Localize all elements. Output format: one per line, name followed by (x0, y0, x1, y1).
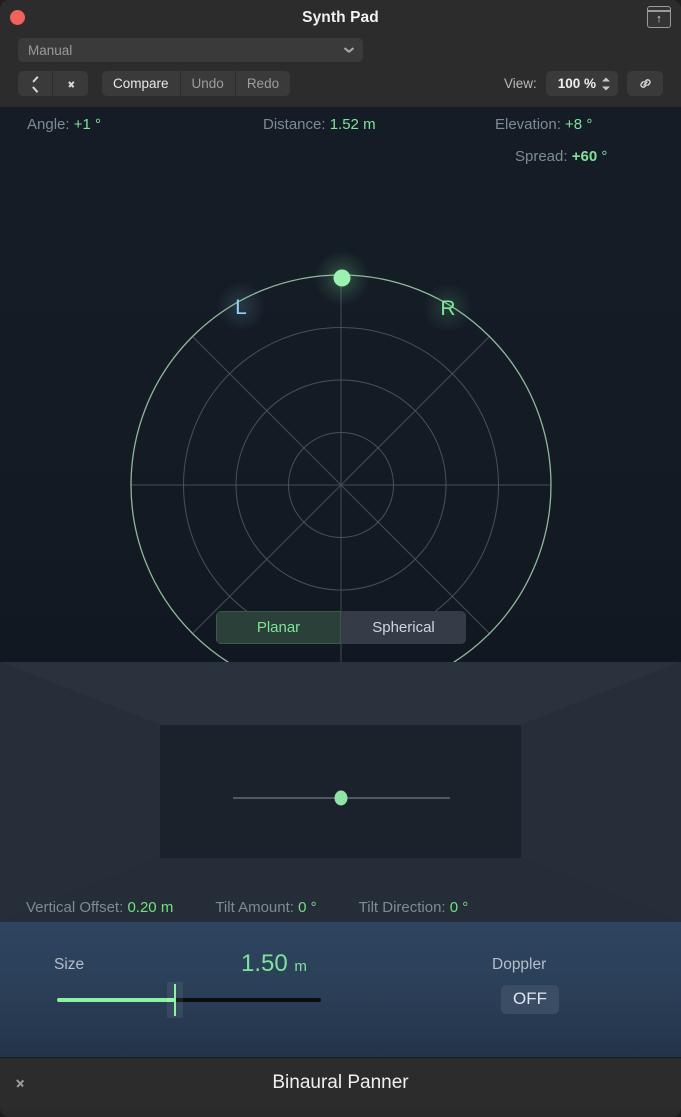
vertical-offset-label: Vertical Offset: (26, 899, 124, 916)
size-slider-fill (57, 998, 175, 1002)
link-button[interactable] (627, 71, 663, 96)
size-doppler-section: Size 1.50 m Doppler OFF (0, 922, 681, 1057)
edit-button-group: Compare Undo Redo (102, 71, 291, 96)
polar-grid[interactable]: L R (0, 107, 681, 662)
detach-window-icon[interactable]: ↑ (647, 6, 671, 28)
toolbar-buttons: Compare Undo Redo View: 100 % (18, 71, 663, 96)
tilt-direction-unit: ° (462, 899, 469, 916)
view-label: View: (503, 76, 537, 91)
speaker-right-label: R (440, 297, 455, 320)
vertical-offset-readout[interactable]: Vertical Offset: 0.20 m (26, 899, 173, 916)
vertical-offset-unit: m (160, 899, 174, 916)
size-slider[interactable] (57, 982, 321, 1018)
size-value-unit: m (294, 958, 307, 975)
mode-planar-button[interactable]: Planar (216, 611, 341, 644)
polar-grid-svg: L R (130, 250, 552, 662)
up-down-stepper-icon[interactable] (602, 76, 611, 91)
mode-spherical-button[interactable]: Spherical (341, 611, 466, 644)
window-title: Synth Pad (302, 9, 379, 26)
vertical-position-dot (334, 790, 348, 806)
preset-row: Manual (18, 36, 663, 62)
tilt-amount-unit: ° (310, 899, 317, 916)
room-perspective-svg (0, 662, 681, 922)
footer-bar: Binaural Panner (0, 1057, 681, 1108)
toolbar-right-group: View: 100 % (504, 71, 663, 96)
size-value-display: 1.50 m (241, 950, 307, 978)
doppler-label: Doppler (492, 956, 547, 973)
preset-dropdown[interactable]: Manual (18, 38, 363, 62)
vertical-offset-value: 0.20 (127, 899, 157, 916)
chevron-right-icon[interactable] (16, 1075, 26, 1091)
chevron-right-icon (67, 78, 75, 90)
tilt-amount-value: 0 (298, 899, 307, 916)
toolbar: Manual Compare Undo Redo View: 100 % (0, 36, 681, 107)
speaker-left-label: L (235, 296, 247, 319)
panner-display[interactable]: Angle: +1 ° Distance: 1.52 m Elevation: … (0, 107, 681, 662)
close-icon[interactable] (10, 10, 25, 25)
tilt-amount-label: Tilt Amount: (215, 899, 294, 916)
room-readouts: Vertical Offset: 0.20 m Tilt Amount: 0 °… (0, 899, 681, 916)
undo-button[interactable]: Undo (181, 71, 236, 96)
source-position-dot (333, 269, 351, 287)
chevron-left-icon (31, 78, 39, 90)
plugin-name: Binaural Panner (272, 1072, 409, 1093)
size-label: Size (54, 956, 85, 973)
tilt-direction-label: Tilt Direction: (358, 899, 446, 916)
detach-arrow-glyph: ↑ (656, 13, 662, 25)
view-zoom-value: 100 % (557, 76, 596, 91)
tilt-amount-readout[interactable]: Tilt Amount: 0 ° (215, 899, 316, 916)
next-preset-button[interactable] (53, 71, 88, 96)
size-value-number: 1.50 (241, 950, 288, 977)
projection-mode-toggle: Planar Spherical (216, 611, 466, 644)
tilt-direction-readout[interactable]: Tilt Direction: 0 ° (359, 899, 469, 916)
prev-preset-button[interactable] (18, 71, 53, 96)
view-zoom-stepper[interactable]: 100 % (545, 71, 618, 96)
redo-button[interactable]: Redo (236, 71, 290, 96)
link-chain-icon (639, 79, 651, 88)
tilt-direction-value: 0 (449, 899, 459, 916)
polar-spokes (131, 275, 551, 662)
vertical-room-view[interactable]: Vertical Offset: 0.20 m Tilt Amount: 0 °… (0, 662, 681, 922)
size-slider-handle[interactable] (167, 982, 183, 1018)
preset-nav-group (18, 71, 88, 96)
chevron-down-icon (345, 45, 354, 54)
plugin-window: Synth Pad ↑ Manual Compare Undo Redo Vie… (0, 0, 681, 1117)
compare-button[interactable]: Compare (102, 71, 181, 96)
title-bar: Synth Pad ↑ (0, 0, 681, 36)
preset-value: Manual (28, 42, 73, 58)
doppler-toggle-button[interactable]: OFF (501, 985, 559, 1014)
